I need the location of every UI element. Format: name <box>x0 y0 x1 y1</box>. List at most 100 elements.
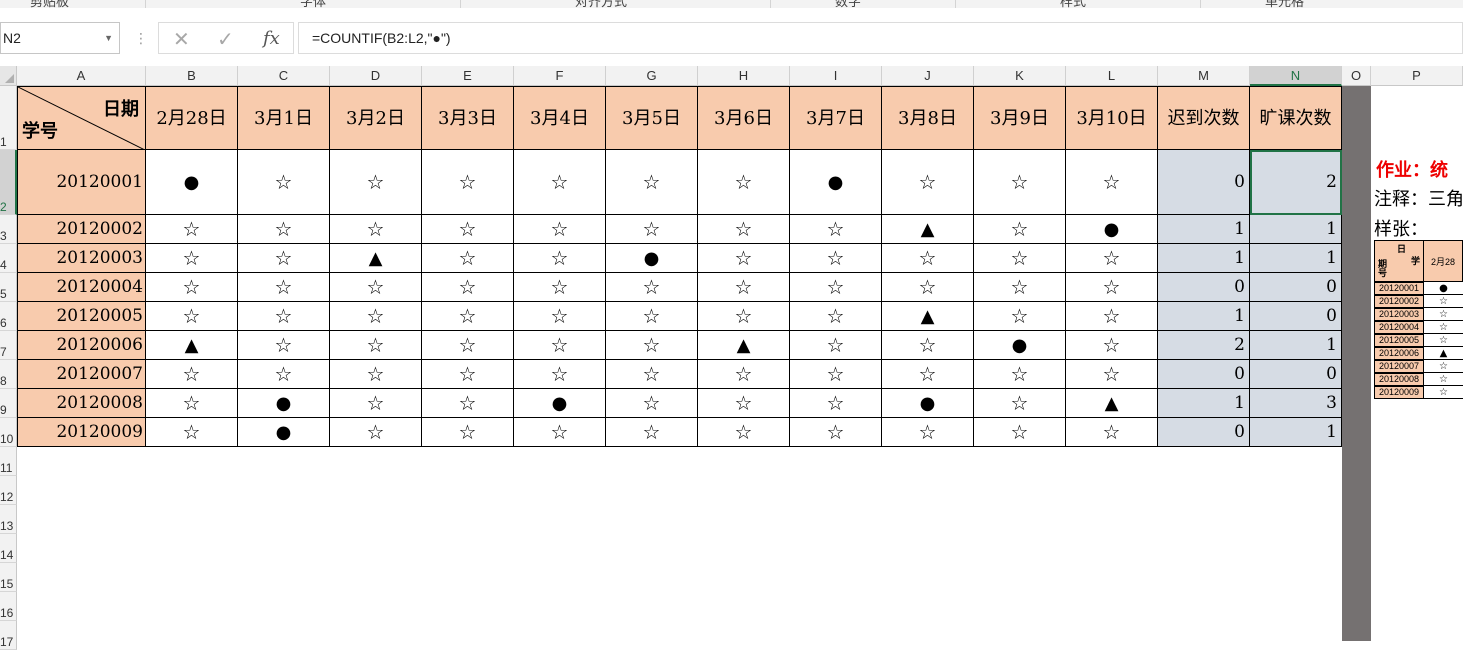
attendance-mark-cell[interactable]: ● <box>146 150 238 215</box>
column-header-g[interactable]: G <box>606 66 698 86</box>
attendance-mark-cell[interactable]: ☆ <box>974 215 1066 244</box>
absent-count-cell[interactable]: 1 <box>1250 331 1342 360</box>
attendance-mark-cell[interactable]: ☆ <box>514 215 606 244</box>
attendance-mark-cell[interactable]: ● <box>1066 215 1158 244</box>
row-header-3[interactable]: 3 <box>0 215 17 244</box>
attendance-mark-cell[interactable]: ☆ <box>422 418 514 447</box>
attendance-mark-cell[interactable]: ☆ <box>790 418 882 447</box>
attendance-mark-cell[interactable]: ● <box>606 244 698 273</box>
attendance-mark-cell[interactable]: ☆ <box>1066 418 1158 447</box>
attendance-mark-cell[interactable]: ☆ <box>698 215 790 244</box>
attendance-mark-cell[interactable]: ☆ <box>514 360 606 389</box>
late-count-cell[interactable]: 1 <box>1158 215 1250 244</box>
attendance-mark-cell[interactable]: ● <box>974 331 1066 360</box>
date-header-cell[interactable]: 3月5日 <box>606 86 698 150</box>
row-header-14[interactable]: 14 <box>0 534 17 563</box>
date-header-cell[interactable]: 3月2日 <box>330 86 422 150</box>
student-id-cell[interactable]: 20120002 <box>17 215 146 244</box>
attendance-mark-cell[interactable]: ☆ <box>422 215 514 244</box>
attendance-mark-cell[interactable]: ☆ <box>422 389 514 418</box>
row-header-17[interactable]: 17 <box>0 621 17 650</box>
row-header-8[interactable]: 8 <box>0 360 17 389</box>
column-header-o[interactable]: O <box>1342 66 1371 86</box>
attendance-mark-cell[interactable]: ☆ <box>1066 244 1158 273</box>
attendance-mark-cell[interactable]: ● <box>238 418 330 447</box>
attendance-mark-cell[interactable]: ☆ <box>330 418 422 447</box>
row-header-6[interactable]: 6 <box>0 302 17 331</box>
column-header-p[interactable]: P <box>1371 66 1463 86</box>
attendance-mark-cell[interactable]: ☆ <box>330 215 422 244</box>
insert-function-icon[interactable]: fx <box>263 28 280 49</box>
attendance-mark-cell[interactable]: ☆ <box>422 360 514 389</box>
late-count-cell[interactable]: 1 <box>1158 302 1250 331</box>
attendance-mark-cell[interactable]: ☆ <box>514 273 606 302</box>
attendance-mark-cell[interactable]: ☆ <box>422 302 514 331</box>
absent-count-header[interactable]: 旷课次数 <box>1250 86 1342 150</box>
attendance-mark-cell[interactable]: ☆ <box>330 389 422 418</box>
attendance-mark-cell[interactable]: ☆ <box>698 150 790 215</box>
attendance-mark-cell[interactable]: ☆ <box>974 389 1066 418</box>
column-header-n[interactable]: N <box>1250 66 1342 86</box>
late-count-header[interactable]: 迟到次数 <box>1158 86 1250 150</box>
column-header-f[interactable]: F <box>514 66 606 86</box>
attendance-mark-cell[interactable]: ☆ <box>882 331 974 360</box>
row-header-12[interactable]: 12 <box>0 476 17 505</box>
attendance-mark-cell[interactable]: ☆ <box>698 418 790 447</box>
attendance-mark-cell[interactable]: ☆ <box>606 215 698 244</box>
attendance-mark-cell[interactable]: ▲ <box>146 331 238 360</box>
attendance-mark-cell[interactable]: ☆ <box>422 331 514 360</box>
attendance-mark-cell[interactable]: ☆ <box>238 331 330 360</box>
attendance-mark-cell[interactable]: ☆ <box>146 244 238 273</box>
name-box[interactable]: N2 ▼ <box>0 22 120 54</box>
column-header-e[interactable]: E <box>422 66 514 86</box>
student-id-cell[interactable]: 20120009 <box>17 418 146 447</box>
attendance-mark-cell[interactable]: ● <box>882 389 974 418</box>
attendance-mark-cell[interactable]: ▲ <box>698 331 790 360</box>
absent-count-cell[interactable]: 1 <box>1250 215 1342 244</box>
formula-input[interactable]: =COUNTIF(B2:L2,"●") <box>298 22 1463 54</box>
attendance-mark-cell[interactable]: ☆ <box>330 150 422 215</box>
attendance-mark-cell[interactable]: ☆ <box>698 273 790 302</box>
attendance-mark-cell[interactable]: ☆ <box>514 331 606 360</box>
attendance-mark-cell[interactable]: ☆ <box>514 302 606 331</box>
attendance-mark-cell[interactable]: ☆ <box>882 273 974 302</box>
column-header-b[interactable]: B <box>146 66 238 86</box>
attendance-mark-cell[interactable]: ☆ <box>238 215 330 244</box>
attendance-mark-cell[interactable]: ☆ <box>790 331 882 360</box>
late-count-cell[interactable]: 2 <box>1158 331 1250 360</box>
attendance-mark-cell[interactable]: ☆ <box>238 360 330 389</box>
row-header-10[interactable]: 10 <box>0 418 17 447</box>
attendance-mark-cell[interactable]: ☆ <box>698 244 790 273</box>
column-header-l[interactable]: L <box>1066 66 1158 86</box>
row-header-4[interactable]: 4 <box>0 244 17 273</box>
attendance-mark-cell[interactable]: ☆ <box>974 418 1066 447</box>
chevron-down-icon[interactable]: ▼ <box>104 23 113 53</box>
attendance-mark-cell[interactable]: ☆ <box>698 302 790 331</box>
attendance-mark-cell[interactable]: ☆ <box>514 150 606 215</box>
attendance-mark-cell[interactable]: ☆ <box>882 150 974 215</box>
attendance-mark-cell[interactable]: ▲ <box>882 302 974 331</box>
attendance-mark-cell[interactable]: ☆ <box>330 273 422 302</box>
attendance-mark-cell[interactable]: ▲ <box>330 244 422 273</box>
student-id-cell[interactable]: 20120003 <box>17 244 146 273</box>
attendance-mark-cell[interactable]: ☆ <box>422 273 514 302</box>
student-id-cell[interactable]: 20120008 <box>17 389 146 418</box>
student-id-cell[interactable]: 20120004 <box>17 273 146 302</box>
attendance-mark-cell[interactable]: ☆ <box>330 331 422 360</box>
check-icon[interactable]: ✓ <box>217 27 234 52</box>
attendance-mark-cell[interactable]: ☆ <box>974 273 1066 302</box>
attendance-mark-cell[interactable]: ☆ <box>238 273 330 302</box>
select-all-button[interactable] <box>0 66 17 86</box>
attendance-mark-cell[interactable]: ☆ <box>698 360 790 389</box>
column-header-h[interactable]: H <box>698 66 790 86</box>
attendance-mark-cell[interactable]: ☆ <box>238 302 330 331</box>
absent-count-cell[interactable]: 0 <box>1250 360 1342 389</box>
attendance-mark-cell[interactable]: ● <box>514 389 606 418</box>
attendance-mark-cell[interactable]: ☆ <box>146 389 238 418</box>
attendance-mark-cell[interactable]: ☆ <box>974 150 1066 215</box>
student-id-cell[interactable]: 20120006 <box>17 331 146 360</box>
attendance-mark-cell[interactable]: ☆ <box>974 244 1066 273</box>
attendance-mark-cell[interactable]: ☆ <box>238 150 330 215</box>
column-header-a[interactable]: A <box>17 66 146 86</box>
attendance-mark-cell[interactable]: ☆ <box>606 360 698 389</box>
